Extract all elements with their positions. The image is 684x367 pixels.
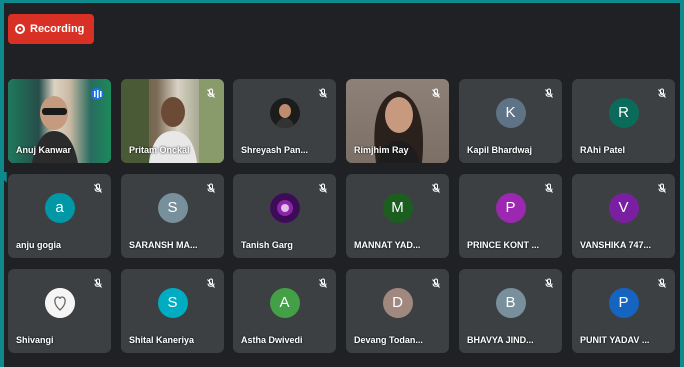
participant-tile[interactable]: K Kapil Bhardwaj [459, 79, 562, 163]
mic-off-icon [207, 88, 215, 98]
participant-tile[interactable]: A Astha Dwivedi [233, 269, 336, 353]
participant-tile[interactable]: D Devang Todan... [346, 269, 449, 353]
participant-tile[interactable]: Pritam Onckal [121, 79, 224, 163]
participant-name: Tanish Garg [241, 240, 293, 250]
participant-tile[interactable]: P PRINCE KONT ... [459, 174, 562, 258]
participant-avatar: A [269, 287, 300, 318]
participant-avatar: V [608, 192, 639, 223]
participant-name: Shivangi [16, 335, 54, 345]
mic-off-icon [545, 88, 553, 98]
participant-tile[interactable]: S SARANSH MA... [121, 174, 224, 258]
participant-name: Kapil Bhardwaj [467, 145, 533, 155]
participant-name: BHAVYA JIND... [467, 335, 534, 345]
participant-name: MANNAT YAD... [354, 240, 421, 250]
mic-off-icon [319, 278, 327, 288]
participant-name: Astha Dwivedi [241, 335, 303, 345]
participant-name: Rimjhim Ray [354, 145, 409, 155]
participant-name: PUNIT YADAV ... [580, 335, 650, 345]
participant-name: Shreyash Pan... [241, 145, 309, 155]
participant-avatar: D [382, 287, 413, 318]
participant-avatar [269, 97, 300, 128]
participant-name: SARANSH MA... [129, 240, 198, 250]
participant-name: anju gogia [16, 240, 61, 250]
recording-icon [15, 24, 25, 34]
participant-name: VANSHIKA 747... [580, 240, 652, 250]
participant-name: Shital Kaneriya [129, 335, 195, 345]
participant-tile[interactable]: M MANNAT YAD... [346, 174, 449, 258]
mic-off-icon [94, 183, 102, 193]
participant-name: Pritam Onckal [129, 145, 190, 155]
mic-off-icon [432, 88, 440, 98]
mic-off-icon [432, 278, 440, 288]
participant-tile[interactable]: R RAhi Patel [572, 79, 675, 163]
participant-avatar: K [495, 97, 526, 128]
participant-name: RAhi Patel [580, 145, 626, 155]
participant-avatar: R [608, 97, 639, 128]
mic-off-icon [207, 183, 215, 193]
participant-tile[interactable]: Tanish Garg [233, 174, 336, 258]
participant-tile[interactable]: Shivangi [8, 269, 111, 353]
recording-badge[interactable]: Recording [8, 14, 94, 44]
participant-avatar: S [157, 287, 188, 318]
mic-off-icon [432, 183, 440, 193]
participant-tile[interactable]: Anuj Kanwar [8, 79, 111, 163]
recording-label: Recording [30, 23, 85, 35]
participant-avatar [269, 192, 300, 223]
participant-tile[interactable]: Shreyash Pan... [233, 79, 336, 163]
participant-tile[interactable]: S Shital Kaneriya [121, 269, 224, 353]
side-arrow-icon: ◥ [0, 168, 7, 184]
mic-off-icon [319, 88, 327, 98]
mic-off-icon [94, 278, 102, 288]
participant-avatar: a [44, 192, 75, 223]
participant-tile[interactable]: B BHAVYA JIND... [459, 269, 562, 353]
mic-off-icon [545, 278, 553, 288]
participant-avatar: P [608, 287, 639, 318]
participant-name: Devang Todan... [354, 335, 423, 345]
participant-avatar [44, 287, 75, 318]
mic-off-icon [319, 183, 327, 193]
mic-off-icon [207, 278, 215, 288]
participant-avatar: M [382, 192, 413, 223]
participant-avatar: B [495, 287, 526, 318]
mic-off-icon [658, 278, 666, 288]
participant-avatar: P [495, 192, 526, 223]
participant-tile[interactable]: Rimjhim Ray [346, 79, 449, 163]
mic-off-icon [658, 88, 666, 98]
mic-off-icon [658, 183, 666, 193]
participant-tile[interactable]: a anju gogia [8, 174, 111, 258]
meeting-grid-window: Recording Anuj Kanwar Pritam Onckal Shreya… [4, 3, 680, 367]
participant-tile[interactable]: V VANSHIKA 747... [572, 174, 675, 258]
participant-name: PRINCE KONT ... [467, 240, 540, 250]
mic-off-icon [545, 183, 553, 193]
participant-name: Anuj Kanwar [16, 145, 72, 155]
participant-avatar: S [157, 192, 188, 223]
participant-tile[interactable]: P PUNIT YADAV ... [572, 269, 675, 353]
